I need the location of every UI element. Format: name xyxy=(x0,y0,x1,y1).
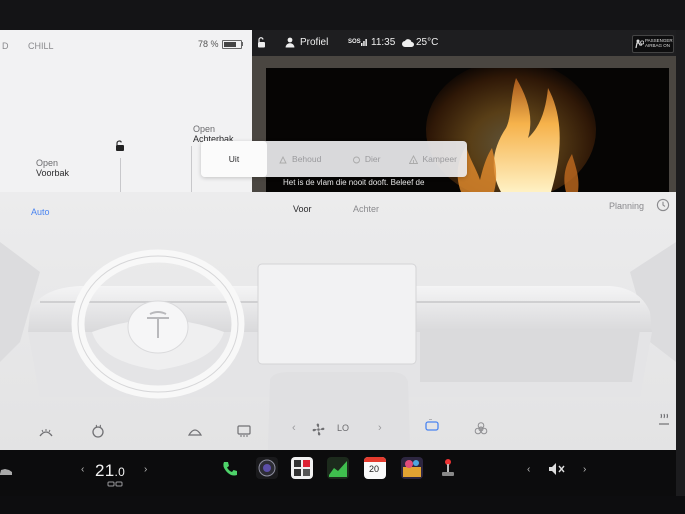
trunk-pointer-line xyxy=(191,146,192,192)
airbag-icon xyxy=(635,39,644,48)
volume-increase-chevron-icon[interactable]: › xyxy=(583,464,586,475)
tab-front[interactable]: Voor xyxy=(293,204,312,214)
frunk-action: Open xyxy=(36,158,59,168)
bezel-bottom xyxy=(0,496,685,514)
camp-option-off[interactable]: Uit xyxy=(201,141,267,177)
fan-icon xyxy=(312,423,325,436)
battery-cap xyxy=(241,42,243,46)
camp-mode-selector: Uit Behoud Dier Kampeer xyxy=(201,141,467,177)
cloud-icon xyxy=(402,39,414,47)
touchscreen: D CHILL 78 % Open Voorbak Open Achterbak xyxy=(0,0,685,514)
tent-icon xyxy=(408,155,419,165)
calendar-icon[interactable]: 20 xyxy=(364,457,386,479)
camp-option-keep[interactable]: Behoud xyxy=(267,141,333,177)
camp-option-keep-label: Behoud xyxy=(292,154,322,164)
battery-icon xyxy=(222,40,242,49)
frunk-name: Voorbak xyxy=(36,168,70,178)
sos-signal-icon xyxy=(361,39,367,46)
frunk-pointer-line xyxy=(120,158,121,192)
wiper-defrost-icon[interactable] xyxy=(39,426,53,438)
battery-percent: 78 % xyxy=(198,39,219,49)
recirculation-icon[interactable] xyxy=(424,419,440,433)
profile-label[interactable]: Profiel xyxy=(300,37,328,48)
joystick-icon[interactable] xyxy=(440,458,456,478)
taskbar: ‹ 21.0 › 20 ‹ › xyxy=(0,450,676,496)
gear-indicator: D xyxy=(2,41,9,51)
cabin-temperature-int: 21 xyxy=(95,461,115,480)
status-bar: Profiel SOS 11:35 25°C PASSENGER AIRBAG … xyxy=(252,30,676,56)
temp-decrease-chevron-icon[interactable]: ‹ xyxy=(81,464,84,475)
camp-option-off-label: Uit xyxy=(228,154,240,164)
seat-ventilation-icon[interactable] xyxy=(107,481,123,487)
volume-decrease-chevron-icon[interactable]: ‹ xyxy=(527,464,530,475)
lock-open-icon[interactable] xyxy=(114,140,126,152)
fan-speed-value: LO xyxy=(337,423,350,433)
media-player-icon[interactable] xyxy=(291,457,313,479)
battery-fill xyxy=(224,42,237,47)
fan-decrease-chevron-icon[interactable]: ‹ xyxy=(292,422,296,434)
seat-heater-icon[interactable] xyxy=(657,412,671,426)
passenger-airbag-badge: PASSENGER AIRBAG ON xyxy=(632,35,674,53)
bezel-right xyxy=(676,30,685,500)
temp-increase-chevron-icon[interactable]: › xyxy=(144,464,147,475)
climate-auto-toggle[interactable]: Auto xyxy=(31,207,50,217)
toybox-icon[interactable] xyxy=(401,457,423,479)
camera-icon[interactable] xyxy=(256,457,278,479)
clock: 11:35 xyxy=(371,37,396,48)
airbag-line2: AIRBAG ON xyxy=(645,43,671,48)
energy-icon[interactable] xyxy=(327,457,349,479)
sos-indicator[interactable]: SOS xyxy=(348,39,361,45)
drive-mode-label: CHILL xyxy=(28,41,54,51)
bezel-top xyxy=(0,0,685,32)
camp-option-camp[interactable]: Kampeer xyxy=(399,141,467,177)
camp-option-dog[interactable]: Dier xyxy=(333,141,399,177)
climate-schedule-link[interactable]: Planning xyxy=(609,201,644,211)
camp-option-camp-label: Kampeer xyxy=(422,154,457,164)
volume-mute-icon[interactable] xyxy=(548,462,566,476)
outside-temperature: 25°C xyxy=(416,37,439,48)
tab-rear[interactable]: Achter xyxy=(353,204,379,214)
camp-option-dog-label: Dier xyxy=(364,154,381,164)
calendar-day: 20 xyxy=(369,464,380,474)
front-defrost-icon[interactable] xyxy=(188,425,202,437)
cabin-temperature[interactable]: 21.0 xyxy=(95,461,125,481)
car-icon[interactable] xyxy=(0,466,12,478)
profile-icon[interactable] xyxy=(285,37,295,48)
climate-panel: Auto Voor Achter Planning ‹ LO › xyxy=(0,192,676,450)
phone-icon[interactable] xyxy=(221,460,239,478)
cabin-temperature-dec: .0 xyxy=(114,465,126,479)
thermometer-fan-icon xyxy=(278,156,287,164)
video-caption: Het is de vlam die nooit dooft. Beleef d… xyxy=(283,178,425,187)
dog-icon xyxy=(352,156,360,164)
lock-status-icon[interactable] xyxy=(257,37,267,48)
open-frunk-button[interactable]: Open Voorbak xyxy=(36,158,69,178)
clock-icon[interactable] xyxy=(656,198,670,212)
rear-defrost-icon[interactable] xyxy=(237,425,251,437)
trunk-action: Open xyxy=(193,124,216,134)
fan-increase-chevron-icon[interactable]: › xyxy=(378,422,382,434)
bioweapon-defense-icon[interactable] xyxy=(474,422,488,436)
cabin-illustration xyxy=(0,242,676,450)
steering-wheel-heat-icon[interactable] xyxy=(91,424,105,438)
